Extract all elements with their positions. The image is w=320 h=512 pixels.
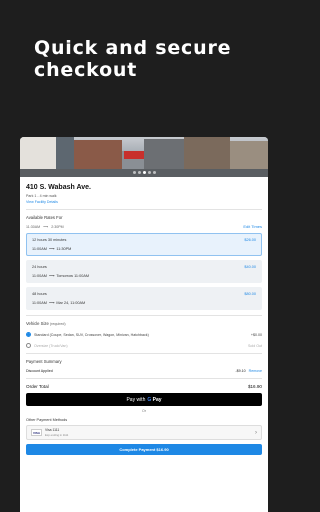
rate-start: 11:00AM	[32, 301, 47, 305]
required-tag: (required)	[49, 322, 66, 326]
arrow-right-icon: ⟶	[43, 224, 49, 229]
promo-line-2: checkout	[34, 59, 138, 81]
google-g-icon: G	[147, 396, 152, 403]
remove-discount-link[interactable]: Remove	[249, 369, 262, 373]
card-text: Visa 1111 Exp ending in 1111	[45, 428, 255, 437]
rate-end: Tomorrow 11:00AM	[56, 274, 90, 278]
divider	[26, 353, 262, 354]
or-separator: Or	[142, 409, 146, 413]
carousel-dot[interactable]	[147, 171, 151, 174]
rate-option[interactable]: 24 hours $40.00 11:00AM ⟶ Tomorrow 11:00AM	[26, 260, 262, 283]
facility-name: 410 S. Wabash Ave.	[26, 184, 91, 191]
vehicle-option-oversize: Oversize (Truck/Van) Sold Out	[26, 343, 262, 348]
rate-window: 11:00AM ⟶ 11:30PM	[32, 246, 256, 251]
card-sub: Exp ending in 1111	[45, 432, 69, 437]
radio-selected-icon[interactable]	[26, 332, 31, 337]
rate-duration: 12 hours 30 minutes	[32, 238, 67, 242]
chevron-right-icon: ›	[255, 429, 257, 436]
arrow-right-icon: ⟶	[48, 247, 55, 251]
rates-list: 12 hours 30 minutes $26.00 11:00AM ⟶ 11:30PM…	[26, 233, 262, 310]
card-name: Visa 1111	[45, 428, 60, 432]
rate-price: $26.00	[244, 238, 256, 242]
standard-price: +$0.00	[250, 332, 262, 337]
discount-label: Discount Applied	[26, 369, 53, 373]
rate-price: $40.00	[244, 265, 256, 269]
rate-window: 11:00AM ⟶ Mar 24, 11:00AM	[32, 300, 256, 305]
rate-end: 11:30PM	[56, 247, 72, 251]
oversize-status: Sold Out	[248, 343, 262, 348]
payment-summary-label: Payment Summary	[26, 359, 62, 364]
carousel-dot[interactable]	[142, 171, 146, 174]
complete-payment-button[interactable]: Complete Payment $16.90	[26, 444, 262, 455]
carousel-dot[interactable]	[152, 171, 156, 174]
promo-headline: Quick and secure checkout	[34, 37, 231, 81]
vehicle-size-title: Vehicle Size	[26, 321, 49, 326]
edit-times-link[interactable]: Edit Times	[243, 224, 262, 229]
view-facility-details-link[interactable]: View Facility Details	[26, 200, 262, 204]
order-total-value: $16.90	[247, 384, 262, 389]
checkout-screen: 410 S. Wabash Ave. Park 1 - 4 min walk V…	[20, 137, 268, 512]
divider	[26, 315, 262, 316]
carousel-dot[interactable]	[132, 171, 136, 174]
visa-card-icon: VISA	[31, 429, 42, 436]
rate-window: 11:00AM ⟶ Tomorrow 11:00AM	[32, 273, 256, 278]
arrow-right-icon: ⟶	[48, 301, 55, 305]
rate-duration: 24 hours	[32, 265, 47, 269]
google-pay-button[interactable]: Pay with G Pay	[26, 393, 262, 406]
saved-card[interactable]: VISA Visa 1111 Exp ending in 1111 ›	[26, 425, 262, 440]
rate-duration: 48 hours	[32, 292, 47, 296]
vehicle-size-label: Vehicle Size (required)	[26, 321, 262, 326]
time-from: 11:30AM	[26, 224, 41, 229]
rate-start: 11:00AM	[32, 247, 47, 251]
vehicle-option-standard[interactable]: Standard (Coupe, Sedan, SUV, Crossover, …	[26, 332, 262, 337]
promo-line-1: Quick and secure	[34, 37, 232, 59]
rate-start: 11:00AM	[32, 274, 47, 278]
rates-label: Available Rates For	[26, 215, 63, 220]
carousel-dot[interactable]	[137, 171, 141, 174]
facility-photo[interactable]	[20, 137, 268, 177]
divider	[26, 209, 262, 210]
discount-group: -$9.10 Remove	[235, 369, 262, 373]
rate-option[interactable]: 48 hours $80.00 11:00AM ⟶ Mar 24, 11:00AM	[26, 287, 262, 310]
rates-time-range: 11:30AM ⟶ 2:30PM	[26, 225, 64, 229]
photo-sign	[124, 151, 144, 159]
other-payment-label: Other Payment Methods	[26, 418, 68, 422]
google-pay-logo: G Pay	[147, 397, 161, 403]
standard-label: Standard (Coupe, Sedan, SUV, Crossover, …	[34, 332, 149, 337]
discount-value: -$9.10	[235, 369, 246, 373]
rate-option[interactable]: 12 hours 30 minutes $26.00 11:00AM ⟶ 11:30PM	[26, 233, 262, 256]
gpay-brand: Pay	[152, 396, 162, 403]
order-total-label: Order Total	[26, 384, 49, 389]
rate-end: Mar 24, 11:00AM	[56, 301, 86, 305]
gpay-prefix: Pay with	[126, 396, 146, 403]
rate-price: $80.00	[244, 292, 256, 296]
carousel-dots[interactable]	[20, 171, 268, 174]
arrow-right-icon: ⟶	[48, 274, 55, 278]
time-to: 2:30PM	[51, 224, 64, 229]
oversize-label: Oversize (Truck/Van)	[34, 343, 68, 348]
radio-unselected-icon	[26, 343, 31, 348]
walk-time: Park 1 - 4 min walk	[26, 194, 57, 198]
divider	[26, 378, 262, 379]
